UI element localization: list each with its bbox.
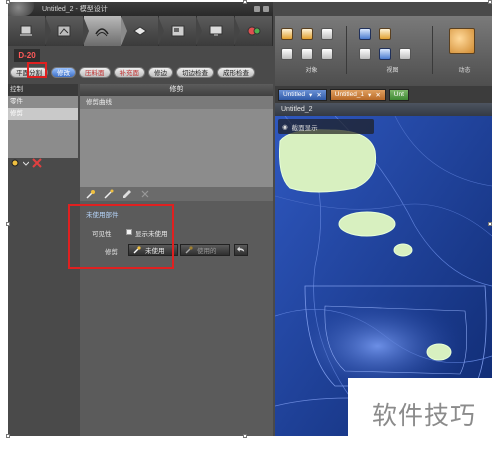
mode-file-icon[interactable] (8, 16, 51, 46)
used-button-label: 使用的 (197, 248, 217, 255)
resize-handle[interactable] (243, 434, 247, 438)
app-menu-orb-icon[interactable] (8, 2, 34, 16)
right-ribbon: 对象 视图 动态 (275, 16, 492, 86)
title-bar: Untitled_2 - 模型设计 (8, 2, 273, 16)
view-orient-icon[interactable] (379, 28, 391, 40)
window-controls (254, 6, 269, 12)
shape-b-icon[interactable] (301, 48, 313, 60)
close-icon[interactable]: ✕ (375, 91, 380, 99)
highlight-box-modify (27, 62, 47, 78)
edit-curve-icon[interactable] (104, 189, 114, 199)
highlight-box-unused (68, 204, 174, 269)
ribbon-group-dynamic-label: 动态 (458, 68, 471, 74)
undo-button[interactable] (234, 244, 248, 256)
curve-tool-icon (185, 246, 193, 254)
mode-display-icon[interactable] (197, 16, 241, 46)
minimize-icon[interactable] (254, 6, 260, 12)
left-toolbar (8, 156, 78, 170)
chevron-down-icon[interactable] (23, 158, 29, 168)
mode-bar (8, 16, 274, 46)
viewport-overlay-label: 截面显示 (291, 124, 318, 132)
eye-icon[interactable]: ◉ (282, 123, 288, 131)
resize-handle[interactable] (488, 222, 492, 226)
mode-tools-icon[interactable] (235, 16, 274, 46)
close-icon[interactable]: ✕ (316, 91, 321, 99)
tab-binder[interactable]: 压料面 (79, 66, 111, 78)
mode-shape-icon[interactable] (122, 16, 165, 46)
shape-a-icon[interactable] (281, 48, 293, 60)
ribbon-group-view-label: 视图 (386, 68, 399, 74)
view-options-icon[interactable] (399, 48, 411, 60)
control-header: 控制 (8, 84, 78, 96)
tab-addendum[interactable]: 补充面 (113, 66, 145, 78)
doc-tab-untitled-2[interactable]: Unt (388, 88, 409, 101)
viewport-overlay: ◉ 截面显示 (278, 119, 374, 134)
control-list: 零件 修剪 (8, 96, 78, 158)
panel-icon[interactable] (321, 28, 333, 40)
resize-handle[interactable] (6, 0, 10, 4)
doc-tab-label: Unt (393, 91, 404, 98)
resize-handle[interactable] (6, 434, 10, 438)
add-curve-icon[interactable] (86, 189, 96, 199)
trim-curve-header: 修剪曲线 (80, 96, 273, 109)
viewport-title: Untitled_2 (275, 103, 492, 116)
process-tab-row: 平面分割 修改 压料面 补充面 修边 切边检查 成形检查 (8, 64, 273, 80)
view-fit-icon[interactable] (359, 28, 371, 40)
mode-design-icon[interactable] (83, 16, 127, 46)
tab-trim[interactable]: 修边 (148, 66, 173, 78)
doc-tab-label: Untitled (283, 91, 306, 98)
tab-trim-check[interactable]: 切边检查 (176, 66, 214, 78)
resize-handle[interactable] (488, 0, 492, 4)
open-box-icon[interactable] (301, 28, 313, 40)
trim-panel-header: 修剪 (80, 84, 273, 96)
window-title: Untitled_2 - 模型设计 (42, 6, 108, 13)
ribbon-group-dynamic: 动态 (437, 26, 492, 74)
delete-icon[interactable] (32, 158, 42, 168)
resize-handle[interactable] (243, 0, 247, 4)
chevron-down-icon[interactable]: ▾ (309, 91, 312, 99)
list-item-trim[interactable]: 修剪 (8, 108, 78, 120)
list-item-part[interactable]: 零件 (8, 96, 78, 108)
ribbon-group-object: 对象 (277, 26, 347, 74)
doc-tab-label: Untitled_1 (334, 91, 365, 98)
chevron-down-icon[interactable]: ▾ (368, 91, 371, 99)
used-button[interactable]: 使用的 (180, 244, 230, 256)
close-icon[interactable] (140, 189, 150, 199)
trim-curve-list[interactable] (80, 109, 273, 187)
gear-icon[interactable] (10, 158, 20, 168)
ribbon-group-object-label: 对象 (305, 68, 318, 74)
dynamic-view-icon[interactable] (449, 28, 475, 54)
trim-toolbar (80, 187, 273, 201)
resize-handle[interactable] (6, 222, 10, 226)
shape-c-icon[interactable] (321, 48, 333, 60)
step-badge: D-20 (14, 49, 40, 62)
document-tabs: Untitled ▾ ✕ Untitled_1 ▾ ✕ Unt (275, 86, 492, 103)
undo-icon (237, 246, 245, 252)
pencil-icon[interactable] (122, 189, 132, 199)
box-icon[interactable] (281, 28, 293, 40)
tab-formability-check[interactable]: 成形检查 (217, 66, 255, 78)
mode-surface-icon[interactable] (159, 16, 203, 46)
doc-tab-untitled[interactable]: Untitled ▾ ✕ (278, 88, 327, 101)
view-section-icon[interactable] (359, 48, 371, 60)
mode-layer-icon[interactable] (46, 16, 89, 46)
view-render-icon[interactable] (379, 48, 391, 60)
watermark-text: 软件技巧 (348, 378, 500, 450)
app-window: Untitled_2 - 模型设计 D-20 平面分割 修改 压料面 补充面 修… (8, 2, 492, 436)
doc-tab-untitled-1[interactable]: Untitled_1 ▾ ✕ (329, 88, 386, 101)
restore-icon[interactable] (263, 6, 269, 12)
tab-modify[interactable]: 修改 (51, 66, 76, 78)
ribbon-group-view: 视图 (353, 26, 433, 74)
